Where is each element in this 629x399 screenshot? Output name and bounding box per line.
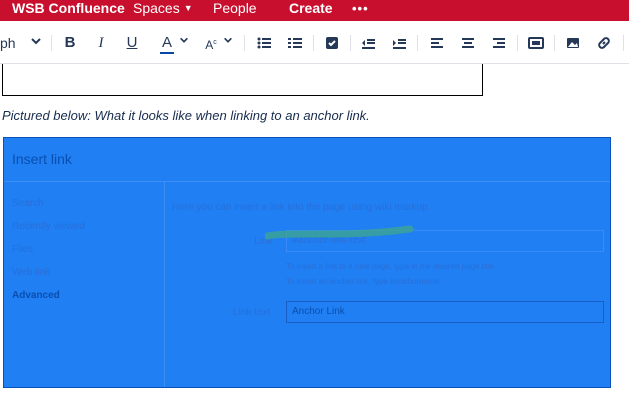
indent-icon[interactable]	[389, 33, 409, 53]
chevron-down-icon: ▼	[183, 3, 193, 13]
hint-anchor-link: To insert an anchor link, type #anchorna…	[286, 277, 442, 286]
toolbar-divider	[554, 35, 555, 51]
top-navigation-bar: WSB Confluence Spaces ▼ People Create •••	[0, 0, 629, 21]
bullet-list-icon[interactable]	[254, 33, 274, 53]
underline-icon[interactable]: U	[122, 33, 142, 53]
sidebar-item-web-link[interactable]: Web link	[12, 267, 50, 278]
toolbar-divider	[313, 35, 314, 51]
toolbar-divider	[244, 35, 245, 51]
toolbar-divider	[350, 35, 351, 51]
link-text-input[interactable]: Anchor Link	[286, 301, 604, 323]
chevron-down-icon[interactable]	[178, 33, 190, 53]
align-right-icon[interactable]	[489, 33, 509, 53]
people-link[interactable]: People	[213, 0, 257, 17]
sidebar-item-files[interactable]: Files	[12, 244, 33, 255]
toolbar-divider	[417, 35, 418, 51]
toolbar-divider	[517, 35, 518, 51]
more-menu-button[interactable]: •••	[352, 0, 369, 17]
dialog-intro-text: Here you can insert a link into the page…	[172, 202, 431, 213]
app-brand-link[interactable]: WSB Confluence	[12, 0, 125, 17]
image-caption: Pictured below: What it looks like when …	[2, 108, 370, 123]
paragraph-style-label[interactable]: ph	[0, 33, 18, 53]
numbered-list-icon[interactable]	[285, 33, 305, 53]
insert-link-dialog: Insert link Search Recently viewed Files…	[3, 137, 611, 388]
toolbar-divider	[623, 35, 624, 51]
spaces-menu[interactable]: Spaces ▼	[133, 0, 193, 17]
spaces-label: Spaces	[133, 0, 180, 16]
previous-screenshot-box	[2, 64, 483, 96]
more-formatting-icon[interactable]: Ac	[203, 33, 219, 53]
align-center-icon[interactable]	[458, 33, 478, 53]
outdent-icon[interactable]	[358, 33, 378, 53]
task-checkbox-icon[interactable]	[322, 33, 342, 53]
chevron-down-icon[interactable]	[222, 33, 234, 53]
toolbar-divider	[51, 35, 52, 51]
page-layout-icon[interactable]	[526, 33, 546, 53]
dialog-title: Insert link	[12, 151, 72, 167]
sidebar-item-search[interactable]: Search	[12, 198, 44, 209]
sidebar-item-advanced[interactable]: Advanced	[12, 290, 60, 301]
hint-new-page: To insert a link to a new page, type in …	[286, 262, 497, 271]
image-icon[interactable]	[563, 33, 583, 53]
bold-icon[interactable]: B	[60, 33, 80, 53]
align-left-icon[interactable]	[427, 33, 447, 53]
editor-toolbar: ph B I U A Ac	[0, 21, 629, 64]
chevron-down-icon[interactable]	[28, 33, 44, 53]
italic-icon[interactable]: I	[91, 33, 111, 53]
create-button[interactable]: Create	[289, 0, 333, 17]
highlight-stroke	[265, 225, 414, 240]
text-color-icon[interactable]: A	[159, 33, 175, 54]
link-text-field-label: Link text	[233, 307, 271, 318]
dialog-sidebar: Search Recently viewed Files Web link Ad…	[4, 182, 165, 387]
sidebar-item-recently-viewed[interactable]: Recently viewed	[12, 221, 85, 232]
link-icon[interactable]	[594, 33, 614, 53]
